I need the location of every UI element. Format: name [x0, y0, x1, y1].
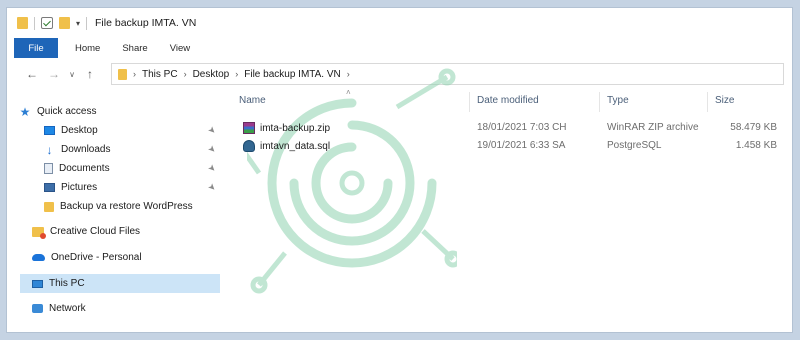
column-header-name[interactable]: Name — [239, 95, 266, 106]
file-name: imtavn_data.sql — [260, 140, 331, 152]
sidebar-item-label: Desktop — [61, 125, 98, 136]
this-pc-icon — [32, 279, 43, 288]
breadcrumb-this-pc[interactable]: This PC — [142, 69, 178, 80]
column-divider[interactable] — [707, 92, 708, 112]
sidebar-item-pictures[interactable]: Pictures ➤ — [44, 178, 220, 197]
tab-home[interactable]: Home — [64, 38, 111, 58]
desktop-icon — [44, 126, 55, 135]
tab-view[interactable]: View — [159, 38, 201, 58]
file-name: imta-backup.zip — [260, 122, 331, 134]
pin-icon: ➤ — [206, 161, 219, 175]
sidebar-item-quick-access[interactable]: ★ Quick access — [19, 102, 220, 121]
sidebar-item-label: Documents — [59, 163, 110, 174]
folder-icon — [44, 201, 54, 212]
sidebar-item-creative-cloud[interactable]: Creative Cloud Files — [32, 222, 220, 241]
download-icon: ↓ — [46, 142, 53, 157]
pin-icon: ➤ — [206, 180, 219, 194]
column-divider[interactable] — [469, 92, 470, 112]
sidebar-item-documents[interactable]: Documents ➤ — [44, 159, 220, 178]
pin-icon: ➤ — [206, 142, 219, 156]
file-name-cell: imta-backup.zip — [243, 122, 330, 134]
sidebar-item-label: Backup va restore WordPress — [60, 201, 193, 212]
chevron-right-icon[interactable]: › — [347, 69, 350, 79]
file-date: 18/01/2021 7:03 CH — [477, 122, 567, 133]
file-type: WinRAR ZIP archive — [607, 122, 699, 133]
sidebar-item-label: Downloads — [61, 144, 111, 155]
tab-file[interactable]: File — [14, 38, 58, 58]
chevron-right-icon[interactable]: › — [235, 69, 238, 79]
sidebar-item-this-pc[interactable]: This PC — [20, 274, 220, 293]
quick-access-toolbar-dropdown[interactable]: ▾ — [76, 19, 80, 28]
sidebar-item-downloads[interactable]: ↓ Downloads ➤ — [44, 140, 220, 159]
breadcrumb-desktop[interactable]: Desktop — [193, 69, 230, 80]
file-size: 1.458 KB — [735, 140, 777, 151]
winrar-icon — [243, 122, 255, 134]
breadcrumb-current-folder[interactable]: File backup IMTA. VN — [244, 69, 341, 80]
column-header-date-modified[interactable]: Date modified — [477, 95, 539, 106]
up-arrow-icon[interactable]: ↑ — [79, 67, 101, 81]
pictures-icon — [44, 183, 55, 192]
recent-locations-chevron-icon[interactable]: ∨ — [65, 70, 79, 79]
star-icon: ★ — [19, 104, 31, 119]
tab-share[interactable]: Share — [111, 38, 158, 58]
network-icon — [32, 304, 43, 313]
document-icon — [44, 163, 53, 174]
navigation-pane: ★ Quick access Desktop ➤ ↓ Downloads ➤ D… — [7, 94, 220, 332]
sidebar-item-network[interactable]: Network — [32, 299, 220, 318]
file-date: 19/01/2021 6:33 SA — [477, 140, 566, 151]
folder-icon — [17, 17, 28, 29]
sidebar-item-backup-wordpress[interactable]: Backup va restore WordPress — [44, 197, 220, 216]
chevron-right-icon[interactable]: › — [184, 69, 187, 79]
creative-cloud-icon — [32, 226, 46, 239]
window-title: File backup IMTA. VN — [95, 17, 197, 29]
sidebar-item-label: Pictures — [61, 182, 98, 193]
file-list: Name ˄ Date modified Type Size imta-back… — [229, 88, 792, 332]
postgresql-icon — [243, 140, 255, 152]
navigation-bar: ← → ∨ ↑ › This PC › Desktop › File backu… — [7, 59, 792, 89]
sidebar-item-onedrive[interactable]: OneDrive - Personal — [32, 248, 220, 267]
address-bar[interactable]: › This PC › Desktop › File backup IMTA. … — [111, 63, 784, 85]
file-type: PostgreSQL — [607, 140, 662, 151]
sidebar-item-label: Network — [49, 303, 86, 314]
properties-check-icon[interactable] — [41, 17, 53, 29]
sidebar-item-label: OneDrive - Personal — [51, 252, 142, 263]
ribbon-tabs: File Home Share View — [7, 38, 792, 58]
onedrive-icon — [32, 254, 45, 261]
chevron-right-icon[interactable]: › — [133, 69, 136, 79]
sidebar-item-label: This PC — [49, 278, 85, 289]
file-explorer-window: ▾ File backup IMTA. VN File Home Share V… — [6, 7, 793, 333]
folder-icon — [118, 68, 127, 80]
forward-arrow-icon[interactable]: → — [43, 67, 65, 81]
file-size: 58.479 KB — [730, 122, 777, 133]
pin-icon: ➤ — [206, 123, 219, 137]
title-separator — [86, 16, 88, 30]
column-header-size[interactable]: Size — [715, 95, 734, 106]
file-row[interactable]: imta-backup.zip 18/01/2021 7:03 CH WinRA… — [229, 120, 792, 138]
sidebar-item-label: Creative Cloud Files — [50, 226, 141, 237]
back-arrow-icon[interactable]: ← — [21, 67, 43, 81]
sort-ascending-icon: ˄ — [346, 88, 351, 97]
title-bar: ▾ File backup IMTA. VN — [7, 8, 792, 38]
new-folder-icon[interactable] — [59, 17, 70, 29]
file-name-cell: imtavn_data.sql — [243, 140, 330, 152]
column-divider[interactable] — [599, 92, 600, 112]
column-header-type[interactable]: Type — [607, 95, 629, 106]
sidebar-item-desktop[interactable]: Desktop ➤ — [44, 121, 220, 140]
quick-access-separator — [34, 16, 35, 30]
sidebar-item-label: Quick access — [37, 106, 97, 117]
file-row[interactable]: imtavn_data.sql 19/01/2021 6:33 SA Postg… — [229, 138, 792, 156]
